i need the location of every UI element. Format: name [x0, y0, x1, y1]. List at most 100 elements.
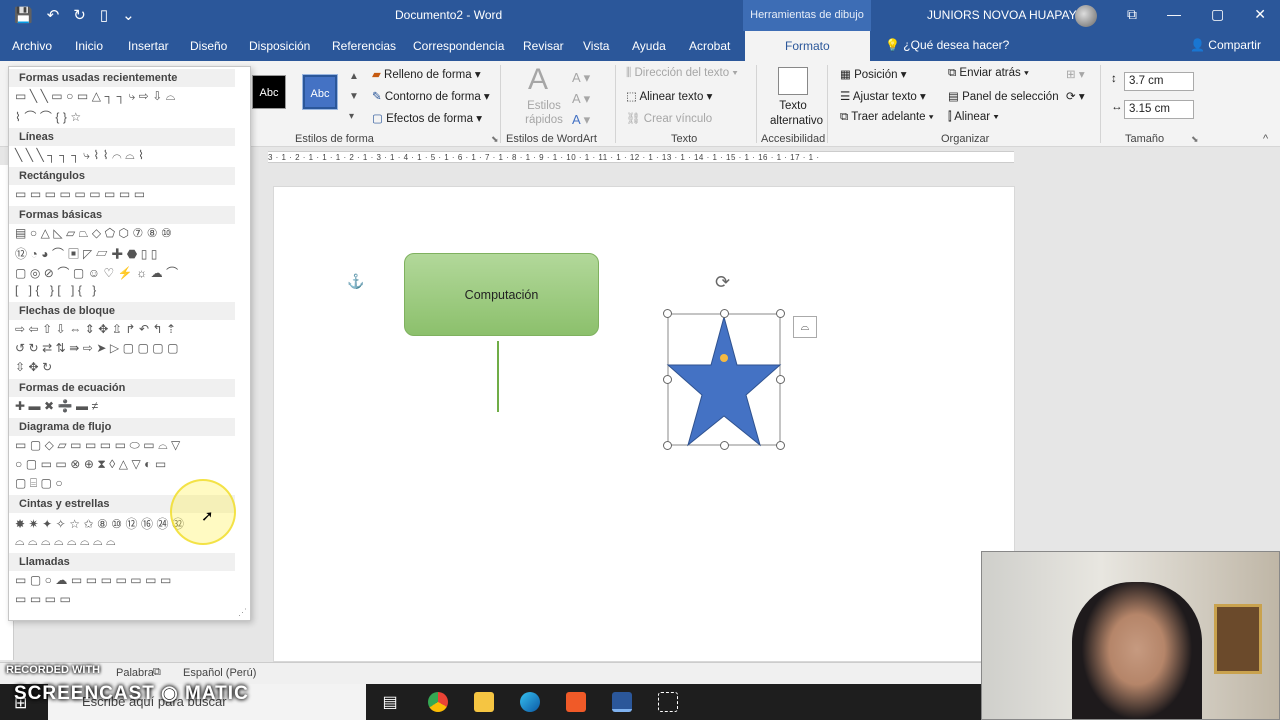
- tab-acrobat[interactable]: Acrobat: [689, 39, 730, 53]
- star-polygon[interactable]: [666, 315, 782, 447]
- customize-qat-icon[interactable]: ⌄: [122, 6, 135, 24]
- group-objects-icon[interactable]: ⊞ ▾: [1066, 67, 1085, 81]
- shape-fill-button[interactable]: ▰ Relleno de forma ▾: [372, 67, 481, 81]
- shape-row[interactable]: ▢⌸▢○: [15, 476, 66, 491]
- redo-icon[interactable]: ↻: [73, 6, 86, 24]
- text-direction-button[interactable]: ⫼ Dirección del texto ▾: [626, 67, 738, 80]
- tab-disposicion[interactable]: Disposición: [249, 39, 310, 53]
- shape-row[interactable]: ✸✷✦✧☆✩⑧⑩⑫⑯㉔㉜: [15, 515, 188, 532]
- wordart-format-icons[interactable]: A ▾ A ▾ A ▾: [572, 67, 590, 130]
- send-backward-button[interactable]: ⧉ Enviar atrás ▾: [948, 67, 1029, 80]
- position-button[interactable]: ▦ Posición ▾: [840, 67, 907, 81]
- shape-row[interactable]: ⇨⇦⇧⇩⇔⇕✥⇫↱↶↰⇡: [15, 322, 180, 336]
- word-count[interactable]: Palabra: [116, 667, 154, 679]
- shape-style-blue[interactable]: Abc: [302, 74, 338, 110]
- shape-row[interactable]: ⌓⌓⌓⌓⌓⌓⌓⌓: [15, 534, 119, 549]
- tab-vista[interactable]: Vista: [583, 39, 609, 53]
- shape-row[interactable]: ▭▭▭▭: [15, 592, 74, 606]
- shape-row[interactable]: ⌇⌒⌒{}☆: [15, 108, 85, 125]
- resize-handle[interactable]: [720, 309, 729, 318]
- shape-row[interactable]: ▢◎⊘⌒▢☺♡⚡☼☁⌒: [15, 264, 182, 281]
- collapse-ribbon-icon[interactable]: ^: [1263, 133, 1268, 145]
- shape-style-black[interactable]: Abc: [252, 75, 286, 109]
- document-page[interactable]: [273, 186, 1015, 662]
- save-icon[interactable]: 💾: [14, 6, 33, 24]
- tell-me-input[interactable]: 💡 ¿Qué desea hacer?: [885, 38, 1009, 52]
- resize-handle[interactable]: [776, 309, 785, 318]
- task-view-icon[interactable]: ▤: [380, 692, 400, 712]
- style-gallery-scroll[interactable]: ▲ ▼ ▾: [349, 67, 359, 127]
- proofing-icon[interactable]: ⧉: [153, 666, 161, 679]
- selection-pane-button[interactable]: ▤ Panel de selección: [948, 89, 1059, 103]
- resize-handle[interactable]: [663, 441, 672, 450]
- height-input[interactable]: 3.7 cm: [1124, 72, 1194, 91]
- line-shape[interactable]: [497, 341, 499, 412]
- horizontal-ruler[interactable]: 3 · 1 · 2 · 1 · 1 · 1 · 2 · 1 · 3 · 1 · …: [268, 151, 1014, 163]
- shape-row[interactable]: ▭▢◇▱▭▭▭▭⬭▭⌓▽: [15, 438, 184, 453]
- shape-row[interactable]: ▭╲╲▭○▭△┐┐⤷⇨⇩⌓: [15, 89, 179, 104]
- align-button[interactable]: ⫿ Alinear ▾: [948, 111, 999, 124]
- avatar[interactable]: [1075, 5, 1097, 27]
- tab-formato[interactable]: Formato: [745, 31, 870, 61]
- resize-handle[interactable]: [663, 375, 672, 384]
- star-shape[interactable]: [663, 308, 785, 450]
- language-indicator[interactable]: Español (Perú): [183, 667, 256, 679]
- share-button[interactable]: 👤 Compartir: [1190, 38, 1261, 52]
- shape-effects-button[interactable]: ▢ Efectos de forma ▾: [372, 111, 482, 125]
- resize-grip-icon[interactable]: ⋰: [238, 607, 247, 618]
- resize-handle[interactable]: [720, 441, 729, 450]
- tab-correspondencia[interactable]: Correspondencia: [413, 39, 504, 53]
- width-input[interactable]: 3.15 cm: [1124, 100, 1194, 119]
- shape-outline-button[interactable]: ✎ Contorno de forma ▾: [372, 89, 490, 103]
- tab-revisar[interactable]: Revisar: [523, 39, 564, 53]
- tab-archivo[interactable]: Archivo: [12, 39, 52, 53]
- shape-row[interactable]: ⇳✥↻: [15, 360, 56, 374]
- word-icon[interactable]: [612, 692, 632, 712]
- rotate-handle-icon[interactable]: ⟳: [715, 272, 730, 293]
- alt-text-button[interactable]: Texto alternativo: [770, 99, 823, 129]
- shape-row[interactable]: ▭▢○☁▭▭▭▭▭▭▭: [15, 573, 175, 587]
- wrap-text-button[interactable]: ☰ Ajustar texto ▾: [840, 89, 926, 103]
- new-doc-icon[interactable]: ▯: [100, 6, 108, 24]
- paint-bucket-icon: ▰: [372, 69, 385, 81]
- layout-options-icon[interactable]: ⌓: [793, 316, 817, 338]
- rounded-rectangle-shape[interactable]: Computación: [404, 253, 599, 336]
- snipping-tool-icon[interactable]: [658, 692, 678, 712]
- shape-row[interactable]: ▭▭▭▭▭▭▭▭▭: [15, 187, 149, 201]
- resize-handle[interactable]: [776, 375, 785, 384]
- user-name[interactable]: JUNIORS NOVOA HUAPAYA: [927, 8, 1084, 22]
- tab-referencias[interactable]: Referencias: [332, 39, 396, 53]
- minimize-icon[interactable]: —: [1167, 6, 1181, 23]
- rectangle-text[interactable]: Computación: [465, 288, 539, 302]
- quick-styles-button[interactable]: Estilos rápidos: [524, 99, 564, 127]
- resize-handle[interactable]: [776, 441, 785, 450]
- shape-row[interactable]: ╲╲╲┐┐┐⤷⌇⌇⌒⌓⌇: [15, 148, 147, 163]
- adjust-handle[interactable]: [720, 354, 728, 362]
- close-icon[interactable]: ✕: [1254, 6, 1266, 23]
- chrome-icon[interactable]: [428, 692, 448, 712]
- shape-row[interactable]: ✚▬✖➗▬≠: [15, 399, 102, 413]
- pen-icon: ✎: [372, 91, 385, 103]
- undo-icon[interactable]: ↶: [47, 6, 60, 24]
- size-dialog-launcher-icon[interactable]: ⬊: [1191, 134, 1199, 145]
- powerpoint-icon[interactable]: [566, 692, 586, 712]
- shape-row[interactable]: ▤○△◺▱⏢◇⬠⬡⑦⑧⑩: [15, 226, 175, 241]
- tab-diseno[interactable]: Diseño: [190, 39, 227, 53]
- shape-row[interactable]: ↺↻⇄⇅⇛⇨➤▷▢▢▢▢: [15, 341, 182, 355]
- maximize-icon[interactable]: ▢: [1211, 6, 1224, 23]
- bring-forward-button[interactable]: ⧉ Traer adelante ▾: [840, 111, 934, 124]
- align-text-button[interactable]: ⬚ Alinear texto ▾: [626, 89, 712, 103]
- shape-row[interactable]: ○▢▭▭⊗⊕⧗◊△▽◐▭: [15, 457, 170, 472]
- dialog-launcher-icon[interactable]: ⬊: [491, 134, 499, 145]
- create-link-button[interactable]: ⛓ Crear vínculo: [626, 111, 712, 125]
- shape-row[interactable]: [ ]{ }[ ]{ }: [15, 283, 100, 297]
- ribbon-display-icon[interactable]: ⧉: [1127, 6, 1137, 23]
- edge-icon[interactable]: [520, 692, 540, 712]
- resize-handle[interactable]: [663, 309, 672, 318]
- tab-inicio[interactable]: Inicio: [75, 39, 103, 53]
- tab-ayuda[interactable]: Ayuda: [632, 39, 666, 53]
- tab-insertar[interactable]: Insertar: [128, 39, 169, 53]
- file-explorer-icon[interactable]: [474, 692, 494, 712]
- shape-row[interactable]: ⑫◔◕⌒▣◸▱✚⬣▯▯: [15, 245, 161, 262]
- rotate-objects-icon[interactable]: ⟳ ▾: [1066, 89, 1085, 103]
